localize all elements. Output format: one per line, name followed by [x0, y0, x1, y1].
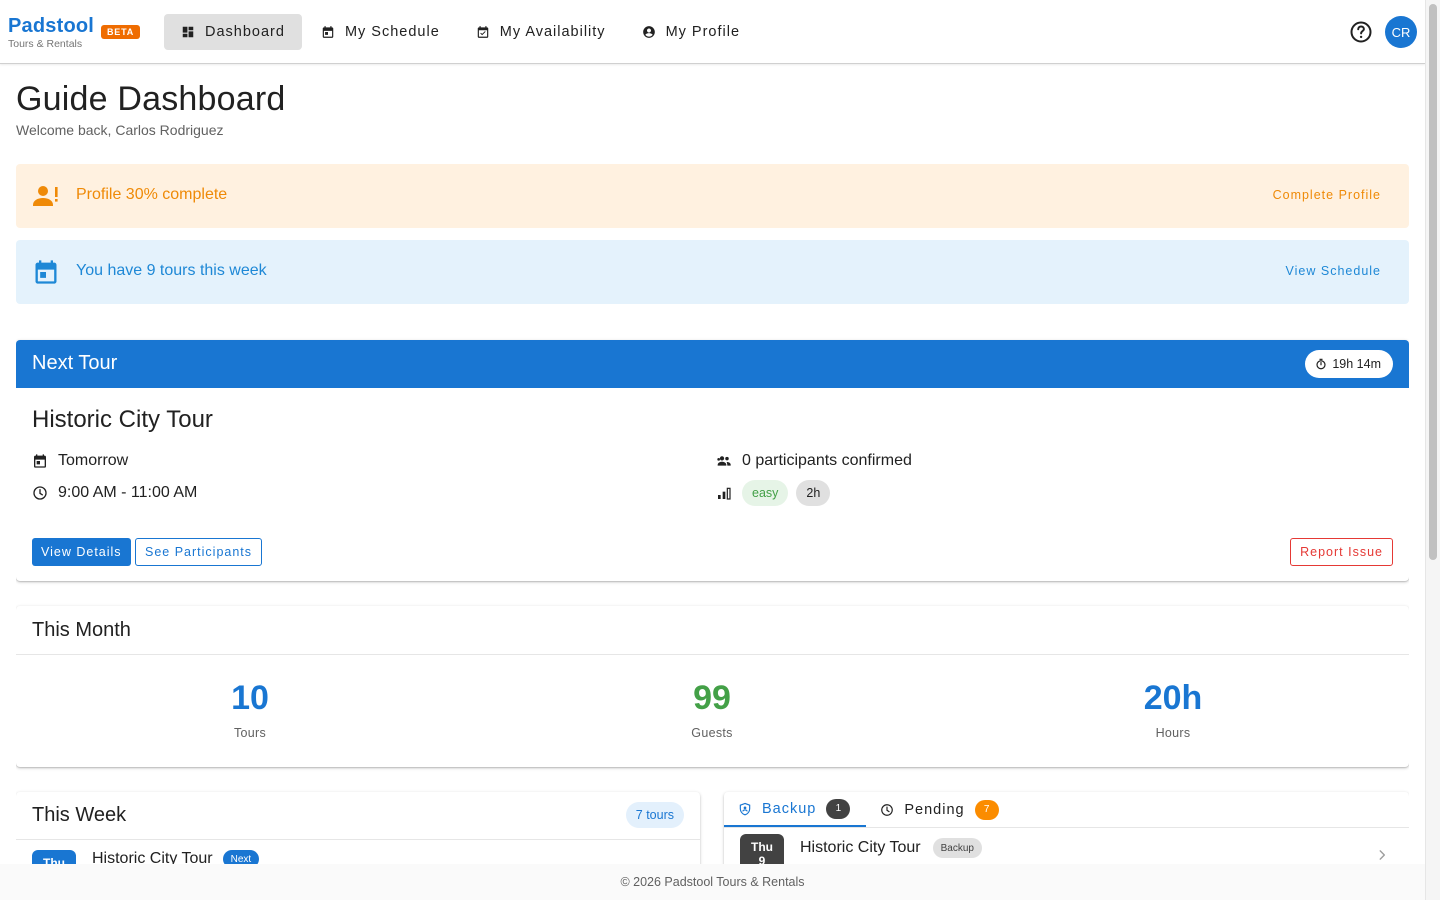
tab-pending-count: 7 [974, 799, 999, 820]
participants-text: 0 participants confirmed [742, 452, 912, 469]
clock-icon [33, 486, 47, 500]
day-badge-date: 9 [758, 854, 766, 864]
week-tour-row[interactable]: Historic City Tour Next [92, 850, 260, 864]
user-avatar[interactable]: CR [1385, 16, 1417, 48]
group-icon [717, 456, 731, 466]
difficulty-row: easy 2h [716, 480, 838, 506]
this-week-title: This Week [32, 804, 127, 826]
page-title: Guide Dashboard [16, 80, 286, 118]
stat-tours: 10 Tours [150, 678, 350, 740]
day-badge-weekday: Thu [751, 840, 773, 854]
calendar-icon [322, 26, 334, 38]
nav-my-availability-label: My Availability [499, 24, 606, 40]
day-badge: Thu 9 [32, 850, 76, 864]
this-month-title: This Month [32, 619, 131, 641]
nav-my-availability[interactable]: My Availability [459, 14, 623, 50]
tours-alert: You have 9 tours this week View Schedule [16, 240, 1409, 304]
participants-row: 0 participants confirmed [716, 452, 912, 470]
nav-dashboard[interactable]: Dashboard [164, 14, 302, 50]
main-content: Guide Dashboard Welcome back, Carlos Rod… [16, 64, 1409, 864]
stat-guests-label: Guests [691, 726, 733, 740]
stat-tours-label: Tours [233, 726, 267, 740]
next-tour-card: Next Tour 19h 14m Historic City Tour Tom… [16, 340, 1409, 581]
profile-alert: Profile 30% complete Complete Profile [16, 164, 1409, 228]
event-available-icon [477, 26, 489, 38]
nav-my-schedule[interactable]: My Schedule [304, 14, 457, 50]
tour-name: Historic City Tour [32, 406, 213, 433]
stat-hours-value: 20h [1143, 679, 1203, 717]
tab-backup-count: 1 [826, 798, 851, 819]
countdown-chip: 19h 14m [1305, 350, 1393, 378]
brand-logo[interactable]: Padstool Tours & Rentals [8, 14, 94, 50]
shield-person-icon [739, 802, 751, 815]
tab-pending[interactable]: Pending 7 [866, 792, 1014, 827]
this-week-card: This Week 7 tours Thu 9 Historic City To… [16, 792, 700, 864]
dashboard-icon [182, 26, 194, 38]
duration-chip: 2h [796, 480, 831, 506]
backup-tour-row[interactable]: Historic City Tour Backup [800, 838, 982, 858]
complete-profile-button[interactable]: Complete Profile [1273, 188, 1381, 202]
calendar-icon [34, 454, 46, 468]
brand-tagline: Tours & Rentals [8, 38, 83, 50]
person-alert-icon [33, 186, 58, 206]
nav-my-profile-label: My Profile [665, 24, 741, 40]
nav-my-profile[interactable]: My Profile [625, 14, 757, 50]
tour-time-row: 9:00 AM - 11:00 AM [32, 484, 197, 502]
report-issue-button[interactable]: Report Issue [1290, 538, 1393, 566]
stat-guests: 99 Guests [612, 678, 812, 740]
tab-backup-label: Backup [762, 800, 817, 817]
stat-guests-value: 99 [693, 679, 731, 717]
brand-name: Padstool [8, 15, 95, 37]
countdown-text: 19h 14m [1332, 357, 1381, 371]
week-tour-title: Historic City Tour [92, 850, 213, 864]
tours-alert-text: You have 9 tours this week [76, 262, 267, 279]
page-subtitle: Welcome back, Carlos Rodriguez [16, 122, 224, 138]
chevron-right-icon[interactable] [1375, 848, 1389, 862]
app-bar: Padstool Tours & Rentals BETA Dashboard … [0, 0, 1425, 64]
footer: © 2026 Padstool Tours & Rentals [0, 864, 1425, 900]
profile-alert-text: Profile 30% complete [76, 186, 228, 203]
week-count-chip: 7 tours [625, 802, 684, 828]
main-nav: Dashboard My Schedule My Availability My… [164, 14, 759, 50]
day-badge: Thu 9 [740, 834, 784, 864]
day-badge-weekday: Thu [43, 856, 65, 864]
account-circle-icon [642, 26, 655, 38]
next-tour-header: Next Tour 19h 14m [16, 340, 1409, 388]
assignment-tabs: Backup 1 Pending 7 [724, 792, 1409, 828]
this-month-card: This Month 10 Tours 99 Guests 20h Hours [16, 606, 1409, 767]
nav-dashboard-label: Dashboard [205, 24, 285, 40]
next-tour-heading: Next Tour [32, 352, 118, 374]
backup-badge: Backup [932, 838, 982, 858]
scrollbar-thumb[interactable] [1429, 4, 1437, 560]
tab-backup[interactable]: Backup 1 [724, 792, 867, 827]
tab-pending-label: Pending [904, 801, 965, 818]
stat-hours-label: Hours [1155, 726, 1191, 740]
assignments-card: Backup 1 Pending 7 Thu 9 Historic City T… [724, 792, 1409, 864]
tour-date: Tomorrow [58, 452, 129, 469]
clock-icon [881, 803, 894, 816]
view-schedule-button[interactable]: View Schedule [1286, 264, 1381, 278]
view-details-button[interactable]: View Details [32, 538, 131, 566]
next-badge: Next [222, 850, 260, 864]
this-week-header: This Week 7 tours [16, 792, 700, 840]
timer-icon [1316, 358, 1326, 370]
difficulty-chip: easy [742, 480, 789, 506]
backup-tour-title: Historic City Tour [800, 839, 921, 856]
see-participants-button[interactable]: See Participants [135, 538, 263, 566]
help-icon[interactable] [1349, 20, 1373, 44]
calendar-icon [35, 260, 57, 284]
signal-bars-icon [718, 487, 731, 500]
beta-badge: BETA [101, 25, 141, 39]
stat-hours: 20h Hours [1073, 678, 1273, 740]
tour-date-row: Tomorrow [32, 452, 128, 470]
stat-tours-value: 10 [231, 679, 269, 717]
nav-my-schedule-label: My Schedule [344, 24, 440, 40]
this-month-header: This Month [16, 606, 1409, 655]
tour-time: 9:00 AM - 11:00 AM [58, 484, 198, 501]
